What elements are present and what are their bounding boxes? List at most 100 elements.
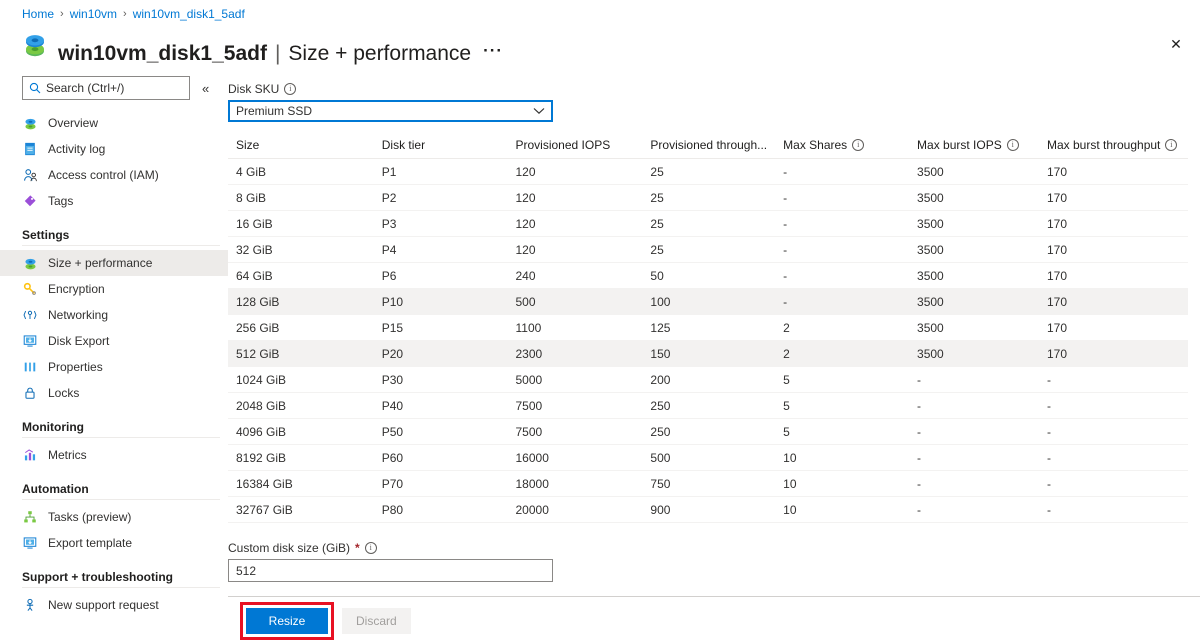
info-icon[interactable]: i (852, 139, 864, 151)
table-cell: P40 (374, 393, 508, 419)
table-cell: 128 GiB (228, 289, 374, 315)
table-cell: 10 (775, 497, 909, 523)
table-column-header[interactable]: Max burst throughputi (1039, 134, 1188, 159)
table-cell: 5000 (508, 367, 643, 393)
table-cell: 10 (775, 445, 909, 471)
table-cell: 5 (775, 393, 909, 419)
sidebar-item-access-control-iam[interactable]: Access control (IAM) (0, 162, 228, 188)
table-cell: P1 (374, 159, 508, 185)
resize-button[interactable]: Resize (246, 608, 328, 634)
sidebar-item-export-template[interactable]: Export template (0, 530, 228, 556)
table-header-row: SizeDisk tier Provisioned IOPS Provisioned… (228, 134, 1188, 159)
sidebar-item-label: Networking (48, 308, 108, 322)
sidebar-group-divider (22, 587, 220, 588)
info-icon[interactable]: i (1165, 139, 1177, 151)
table-cell: 900 (642, 497, 775, 523)
table-row[interactable]: 256 GiBP15110012523500170 (228, 315, 1188, 341)
column-header-inner: Max Shares i (783, 138, 901, 152)
sidebar-item-properties[interactable]: Properties (0, 354, 228, 380)
discard-button[interactable]: Discard (342, 608, 411, 634)
table-row[interactable]: 4096 GiBP5075002505-- (228, 419, 1188, 445)
table-cell: 250 (642, 419, 775, 445)
sidebar-item-tags[interactable]: Tags (0, 188, 228, 214)
table-row[interactable]: 8192 GiBP601600050010-- (228, 445, 1188, 471)
disk-icon (22, 255, 38, 271)
sidebar-search-row: « (0, 76, 228, 100)
table-cell: 2 (775, 341, 909, 367)
table-cell: 20000 (508, 497, 643, 523)
table-row[interactable]: 64 GiBP624050-3500170 (228, 263, 1188, 289)
table-column-header[interactable]: Provisioned IOPS (508, 134, 643, 159)
table-cell: - (1039, 393, 1188, 419)
sidebar-item-label: Metrics (48, 448, 87, 462)
table-cell: 3500 (909, 211, 1039, 237)
sidebar-item-size-performance[interactable]: Size + performance (0, 250, 228, 276)
search-box[interactable] (22, 76, 190, 100)
networking-icon (22, 307, 38, 323)
more-options-button[interactable]: ··· (479, 46, 507, 56)
table-cell: - (909, 445, 1039, 471)
sidebar-group-title: Monitoring (0, 420, 228, 434)
page-title-blade: Size + performance (288, 40, 471, 67)
table-column-header[interactable]: Max Shares i (775, 134, 909, 159)
collapse-sidebar-button[interactable]: « (202, 82, 209, 95)
sidebar-item-activity-log[interactable]: Activity log (0, 136, 228, 162)
sidebar-item-new-support-request[interactable]: New support request (0, 592, 228, 618)
custom-disk-size-input[interactable] (228, 559, 553, 582)
table-cell: - (775, 159, 909, 185)
table-row[interactable]: 8 GiBP212025-3500170 (228, 185, 1188, 211)
sidebar-item-disk-export[interactable]: Disk Export (0, 328, 228, 354)
search-input[interactable] (46, 81, 174, 95)
sidebar-item-label: Overview (48, 116, 98, 130)
required-indicator: * (355, 541, 360, 555)
table-column-header[interactable]: Size (228, 134, 374, 159)
disk-sku-selected-value: Premium SSD (236, 104, 312, 118)
sidebar-item-metrics[interactable]: Metrics (0, 442, 228, 468)
support-icon (22, 597, 38, 613)
table-cell: - (1039, 445, 1188, 471)
sidebar-item-label: Tasks (preview) (48, 510, 131, 524)
sidebar-nav: Overview Activity logAccess control (IAM)… (0, 110, 228, 618)
table-row[interactable]: 32 GiBP412025-3500170 (228, 237, 1188, 263)
sidebar-item-locks[interactable]: Locks (0, 380, 228, 406)
sidebar-item-overview[interactable]: Overview (0, 110, 228, 136)
table-column-header[interactable]: Provisioned through... (642, 134, 775, 159)
disk-sku-dropdown[interactable]: Premium SSD (228, 100, 553, 122)
sidebar-item-label: Export template (48, 536, 132, 550)
table-row[interactable]: 512 GiBP20230015023500170 (228, 341, 1188, 367)
info-icon[interactable]: i (365, 542, 377, 554)
table-column-header[interactable]: Disk tier (374, 134, 508, 159)
table-cell: 2 (775, 315, 909, 341)
close-icon[interactable]: ✕ (1162, 30, 1190, 58)
table-row[interactable]: 1024 GiBP3050002005-- (228, 367, 1188, 393)
table-row[interactable]: 128 GiBP10500100-3500170 (228, 289, 1188, 315)
sidebar-item-networking[interactable]: Networking (0, 302, 228, 328)
column-header-inner: Provisioned IOPS (516, 138, 635, 152)
table-cell: 3500 (909, 159, 1039, 185)
main-content: Disk SKU i Premium SSD SizeDisk tierProv… (228, 82, 1200, 644)
table-row[interactable]: 16 GiBP312025-3500170 (228, 211, 1188, 237)
table-cell: 3500 (909, 315, 1039, 341)
table-row[interactable]: 2048 GiBP4075002505-- (228, 393, 1188, 419)
tasks-icon (22, 509, 38, 525)
table-cell: 16384 GiB (228, 471, 374, 497)
breadcrumb-separator: › (60, 6, 64, 22)
breadcrumb-item-disk[interactable]: win10vm_disk1_5adf (133, 6, 245, 22)
info-icon[interactable]: i (1007, 139, 1019, 151)
export-icon (22, 535, 38, 551)
table-row[interactable]: 16384 GiBP701800075010-- (228, 471, 1188, 497)
info-icon[interactable]: i (284, 83, 296, 95)
table-cell: - (775, 185, 909, 211)
sidebar-item-encryption[interactable]: Encryption (0, 276, 228, 302)
table-cell: 120 (508, 159, 643, 185)
breadcrumb-item-vm[interactable]: win10vm (70, 6, 117, 22)
table-cell: 2048 GiB (228, 393, 374, 419)
table-cell: P3 (374, 211, 508, 237)
column-header-label: Max Shares (783, 138, 847, 152)
table-row[interactable]: 4 GiBP112025-3500170 (228, 159, 1188, 185)
breadcrumb-item-home[interactable]: Home (22, 6, 54, 22)
table-column-header[interactable]: Max burst IOPSi (909, 134, 1039, 159)
table-cell: 8 GiB (228, 185, 374, 211)
table-row[interactable]: 32767 GiBP802000090010-- (228, 497, 1188, 523)
sidebar-item-tasks-preview[interactable]: Tasks (preview) (0, 504, 228, 530)
